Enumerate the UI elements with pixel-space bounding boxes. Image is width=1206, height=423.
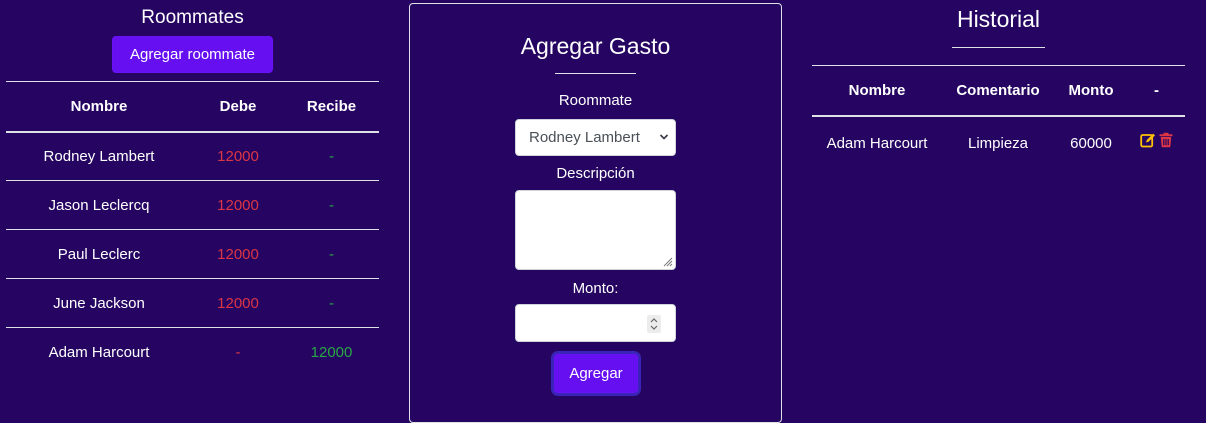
roommate-name: Jason Leclercq [6,180,192,230]
column-header-actions: - [1128,65,1185,117]
roommate-select[interactable]: Rodney Lambert [515,119,676,156]
add-roommate-button[interactable]: Agregar roommate [112,36,273,73]
roommates-title: Roommates [141,7,244,28]
roommate-debe: 12000 [192,131,284,181]
roommate-select-value: Rodney Lambert [529,129,640,146]
chevron-down-icon [659,134,669,140]
monto-input[interactable] [515,304,676,342]
column-header-nombre: Nombre [812,65,942,117]
history-actions [1128,116,1185,157]
column-header-monto: Monto [1054,65,1128,117]
column-header-comentario: Comentario [942,65,1054,117]
roommate-recibe: - [284,229,379,279]
history-comment: Limpieza [967,134,1029,152]
history-header-row: Nombre Comentario Monto - [812,65,1185,117]
column-header-nombre: Nombre [6,81,192,133]
table-row: Paul Leclerc 12000 - [6,229,379,279]
roommate-name: June Jackson [6,278,192,328]
roommate-name: Adam Harcourt [48,343,150,361]
roommates-table: Nombre Debe Recibe Rodney Lambert 12000 … [6,81,379,377]
roommates-header-row: Nombre Debe Recibe [6,81,379,133]
spinner-icon[interactable] [647,315,661,333]
roommate-name: Paul Leclerc [6,229,192,279]
column-header-debe: Debe [192,81,284,133]
column-header-recibe: Recibe [284,81,379,133]
table-row: Jason Leclercq 12000 - [6,180,379,230]
trash-icon[interactable] [1158,132,1174,148]
monto-label: Monto: [572,280,619,297]
descripcion-textarea[interactable] [515,190,676,270]
agregar-button[interactable]: Agregar [554,354,638,393]
title-divider [952,47,1045,48]
resize-grip-icon[interactable] [661,255,673,267]
roommate-name: Rodney Lambert [6,131,192,181]
roommates-panel: Roommates Agregar roommate Nombre Debe R… [6,0,379,361]
roommate-label: Roommate [558,92,633,109]
roommate-recibe: 12000 [310,343,353,361]
edit-icon[interactable] [1139,132,1156,148]
add-expense-title: Agregar Gasto [520,33,671,59]
roommate-debe: 12000 [192,278,284,328]
table-row: Rodney Lambert 12000 - [6,131,379,181]
history-amount: 60000 [1070,134,1112,152]
roommate-recibe: - [284,180,379,230]
roommate-debe: - [235,343,241,361]
table-row: Adam Harcourt Limpieza 60000 [812,116,1185,157]
table-row: June Jackson 12000 - [6,278,379,328]
history-name: Adam Harcourt [826,134,928,152]
roommate-debe: 12000 [192,229,284,279]
history-table: Nombre Comentario Monto - Adam Harcourt … [812,65,1185,157]
roommate-debe: 12000 [192,180,284,230]
table-row: Adam Harcourt - 12000 [6,328,379,377]
descripcion-label: Descripción [556,165,635,182]
history-title: Historial [956,6,1041,32]
roommate-recibe: - [284,131,379,181]
roommate-recibe: - [284,278,379,328]
title-divider [555,73,636,74]
add-expense-card: Agregar Gasto Roommate Rodney Lambert De… [409,3,782,423]
